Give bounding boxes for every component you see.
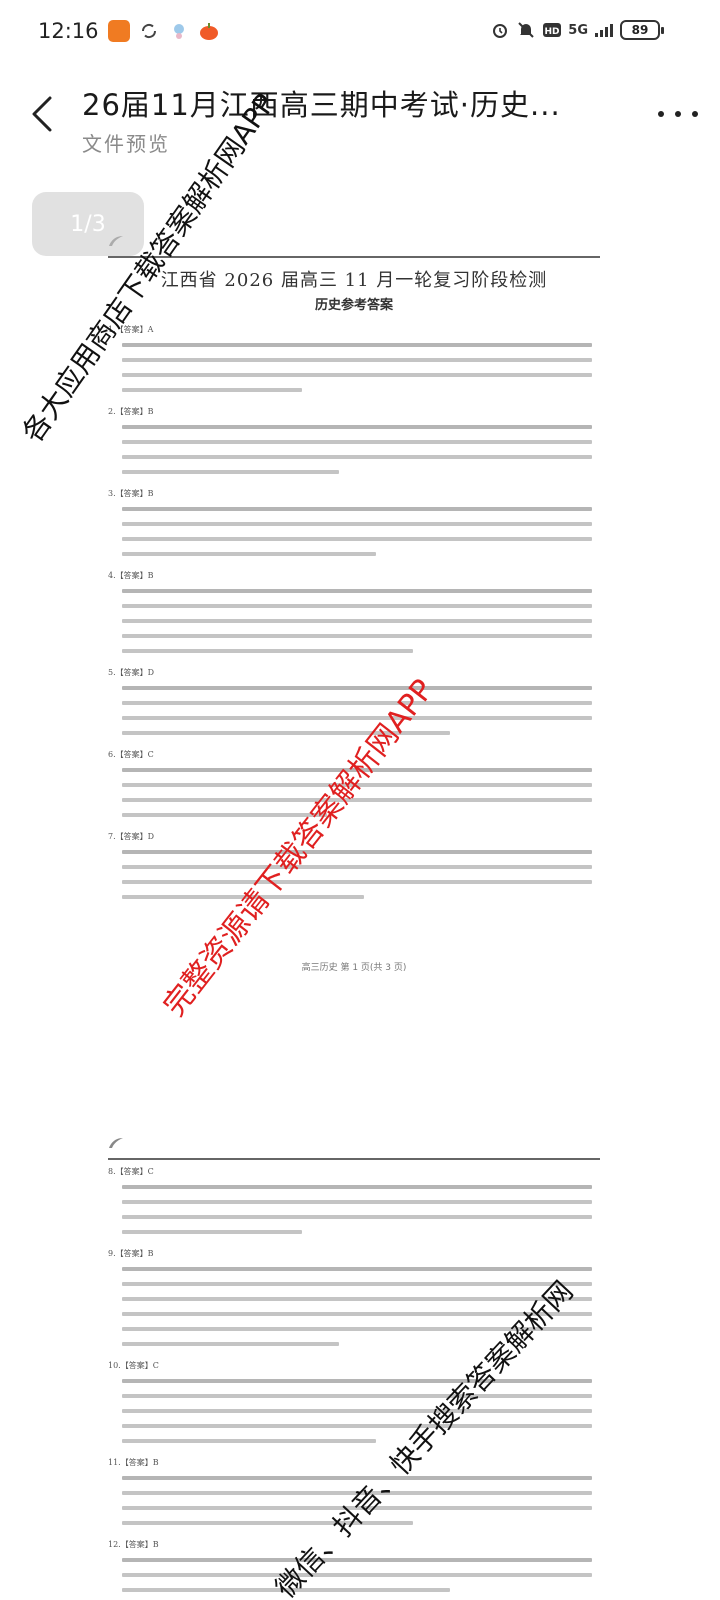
back-button[interactable] xyxy=(22,90,62,138)
explanation-text-line xyxy=(122,522,592,526)
status-app-icons xyxy=(108,20,220,42)
svg-text:HD: HD xyxy=(545,27,560,37)
answer-label: 8.【答案】C xyxy=(108,1167,154,1176)
page-subtitle: 文件预览 xyxy=(82,132,170,156)
answer-label: 6.【答案】C xyxy=(108,750,154,759)
explanation-text-line xyxy=(122,701,592,705)
explanation-text-line xyxy=(122,686,592,690)
explanation-text-line xyxy=(122,604,592,608)
explanation-text-line xyxy=(122,343,592,347)
explanation-text-line xyxy=(122,1342,339,1346)
explanation-text-line xyxy=(122,537,592,541)
explanation-text-line xyxy=(122,619,592,623)
more-options-button[interactable] xyxy=(658,102,698,126)
publisher-logo xyxy=(108,1136,124,1150)
more-dot-icon xyxy=(658,111,664,117)
battery-level: 89 xyxy=(631,23,649,37)
answer-label: 9.【答案】B xyxy=(108,1249,154,1258)
app-header: 26届11月江西高三期中考试·历史... 文件预览 xyxy=(0,64,720,174)
explanation-text-line xyxy=(122,1185,592,1189)
explanation-text-line xyxy=(122,470,339,474)
explanation-text-line xyxy=(122,783,592,787)
explanation-text-line xyxy=(122,1409,592,1413)
document-page-2[interactable]: 8.【答案】C 9.【答案】B 10.【答案】C 11.【答案】B 12.【答案】B xyxy=(108,1130,600,1600)
status-bar: 12:16 HD 5G 89 xyxy=(0,0,720,64)
status-time: 12:16 xyxy=(38,19,99,43)
explanation-text-line xyxy=(122,1424,592,1428)
explanation-text-line xyxy=(122,634,592,638)
alarm-icon xyxy=(490,20,510,40)
network-type: 5G xyxy=(568,22,588,38)
explanation-text-line xyxy=(122,388,302,392)
explanation-text-line xyxy=(122,589,592,593)
explanation-text-line xyxy=(122,1379,592,1383)
pumpkin-icon xyxy=(198,20,220,42)
logo-swoosh-icon xyxy=(109,1138,123,1148)
answer-label: 4.【答案】B xyxy=(108,571,154,580)
explanation-text-line xyxy=(122,895,364,899)
header-rule xyxy=(108,1158,600,1160)
answer-label: 10.【答案】C xyxy=(108,1361,159,1370)
explanation-text-line xyxy=(122,507,592,511)
explanation-text-line xyxy=(122,850,592,854)
explanation-text-line xyxy=(122,1558,592,1562)
weather-icon xyxy=(168,20,190,42)
explanation-text-line xyxy=(122,552,376,556)
explanation-text-line xyxy=(122,373,592,377)
status-system-icons: HD 5G 89 xyxy=(490,20,664,40)
explanation-text-line xyxy=(122,1476,592,1480)
more-dot-icon xyxy=(692,111,698,117)
chevron-left-icon xyxy=(32,96,52,132)
explanation-text-line xyxy=(122,1297,592,1301)
explanation-text-line xyxy=(122,1573,592,1577)
page-title: 26届11月江西高三期中考试·历史... xyxy=(82,88,561,122)
explanation-text-line xyxy=(122,1394,592,1398)
explanation-text-line xyxy=(122,425,592,429)
explanation-text-line xyxy=(122,865,592,869)
explanation-text-line xyxy=(122,1439,376,1443)
explanation-text-line xyxy=(122,1267,592,1271)
answer-label: 7.【答案】D xyxy=(108,832,155,841)
explanation-text-line xyxy=(122,649,413,653)
document-page-1[interactable]: 江西省 2026 届高三 11 月一轮复习阶段检测 历史参考答案 高三历史 第 … xyxy=(108,228,600,988)
explanation-text-line xyxy=(122,1215,592,1219)
explanation-text-line xyxy=(122,1491,592,1495)
app-notification-icon xyxy=(108,20,130,42)
more-dot-icon xyxy=(675,111,681,117)
document-heading: 江西省 2026 届高三 11 月一轮复习阶段检测 xyxy=(160,270,548,291)
explanation-text-line xyxy=(122,768,592,772)
explanation-text-line xyxy=(122,716,592,720)
explanation-text-line xyxy=(122,1327,592,1331)
page-indicator: 1/3 xyxy=(32,192,144,256)
explanation-text-line xyxy=(122,1312,592,1316)
answer-label: 1.【答案】A xyxy=(108,325,154,334)
explanation-text-line xyxy=(122,1521,413,1525)
explanation-text-line xyxy=(122,731,450,735)
explanation-text-line xyxy=(122,1282,592,1286)
explanation-text-line xyxy=(122,1588,450,1592)
sync-icon xyxy=(138,20,160,42)
explanation-text-line xyxy=(122,358,592,362)
explanation-text-line xyxy=(122,798,592,802)
header-rule xyxy=(108,256,600,258)
document-subheading: 历史参考答案 xyxy=(314,298,393,313)
answer-label: 2.【答案】B xyxy=(108,407,154,416)
answer-label: 5.【答案】D xyxy=(108,668,155,677)
answer-label: 12.【答案】B xyxy=(108,1540,159,1549)
explanation-text-line xyxy=(122,813,327,817)
answer-label: 11.【答案】B xyxy=(108,1458,159,1467)
explanation-text-line xyxy=(122,1230,302,1234)
explanation-text-line xyxy=(122,1506,592,1510)
explanation-text-line xyxy=(122,880,592,884)
signal-icon xyxy=(594,20,614,40)
mute-icon xyxy=(516,20,536,40)
battery-icon: 89 xyxy=(620,20,664,40)
explanation-text-line xyxy=(122,440,592,444)
explanation-text-line xyxy=(122,1200,592,1204)
hd-icon: HD xyxy=(542,20,562,40)
answer-label: 3.【答案】B xyxy=(108,489,154,498)
page-footer: 高三历史 第 1 页(共 3 页) xyxy=(301,963,407,973)
explanation-text-line xyxy=(122,455,592,459)
